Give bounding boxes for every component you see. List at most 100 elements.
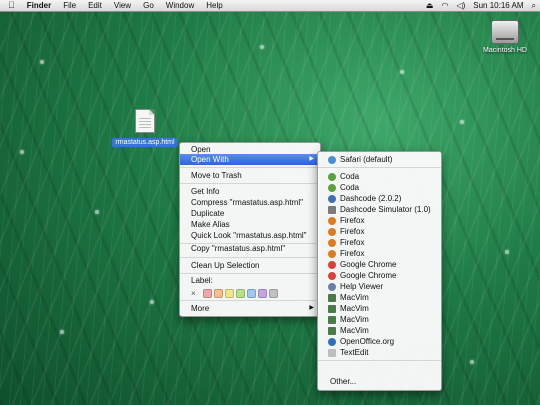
- menu-separator: [180, 273, 320, 274]
- macvim-icon: [328, 305, 336, 313]
- volume-icon[interactable]: ◁): [452, 0, 469, 11]
- label-color-row: ×: [191, 289, 278, 298]
- dashcode-icon: [328, 195, 336, 203]
- label-red-swatch[interactable]: [203, 289, 212, 298]
- open-with-item[interactable]: TextEdit: [318, 347, 441, 358]
- menu-extras: ⏏ ◠ ◁) Sun 10:16 AM ⌕: [422, 0, 540, 11]
- menu-item-label: Duplicate: [191, 209, 225, 218]
- menu-separator: [180, 257, 320, 258]
- menu-item-label-heading: Label:: [180, 275, 320, 286]
- open-with-item-label: TextEdit: [340, 348, 369, 357]
- label-green-swatch[interactable]: [236, 289, 245, 298]
- file-rmastatus[interactable]: rmastatus.asp.html: [112, 109, 178, 147]
- help-viewer-icon: [328, 283, 336, 291]
- menu-bar:  Finder File Edit View Go Window Help ⏏…: [0, 0, 540, 12]
- label-yellow-swatch[interactable]: [225, 289, 234, 298]
- open-with-item[interactable]: Firefox: [318, 248, 441, 259]
- file-label[interactable]: rmastatus.asp.html: [112, 138, 178, 147]
- firefox-icon: [328, 239, 336, 247]
- textedit-icon: [328, 349, 336, 357]
- menu-edit[interactable]: Edit: [82, 0, 108, 11]
- macintosh-hd[interactable]: Macintosh HD: [480, 20, 530, 54]
- menu-item-label: Open: [191, 145, 211, 154]
- open-with-item[interactable]: Other...: [318, 376, 441, 387]
- open-with-item[interactable]: Coda: [318, 182, 441, 193]
- open-with-item[interactable]: Coda: [318, 171, 441, 182]
- no-label-icon[interactable]: ×: [191, 289, 201, 298]
- menu-item-open-with[interactable]: Open With ▶: [180, 154, 320, 165]
- menu-go[interactable]: Go: [137, 0, 160, 11]
- menu-window[interactable]: Window: [160, 0, 200, 11]
- menu-separator: [180, 167, 320, 168]
- open-with-item-label: Firefox: [340, 227, 365, 236]
- macvim-icon: [328, 327, 336, 335]
- menu-item-duplicate[interactable]: Duplicate: [180, 208, 320, 219]
- open-with-item[interactable]: Dashcode Simulator (1.0): [318, 204, 441, 215]
- menu-item-label: More: [191, 304, 210, 313]
- open-with-item[interactable]: Dashcode (2.0.2): [318, 193, 441, 204]
- open-with-item[interactable]: OpenOffice.org: [318, 336, 441, 347]
- coda-icon: [328, 184, 336, 192]
- open-with-item[interactable]: MacVim: [318, 325, 441, 336]
- menu-separator: [180, 300, 320, 301]
- wifi-icon[interactable]: ◠: [437, 0, 452, 11]
- firefox-icon: [328, 228, 336, 236]
- open-with-item[interactable]: Google Chrome: [318, 259, 441, 270]
- open-with-item-label: MacVim: [340, 326, 369, 335]
- label-blue-swatch[interactable]: [247, 289, 256, 298]
- open-with-item[interactable]: Help Viewer: [318, 281, 441, 292]
- open-with-item[interactable]: Firefox: [318, 215, 441, 226]
- apple-menu-icon[interactable]: : [0, 0, 21, 11]
- open-with-item-label: Dashcode Simulator (1.0): [340, 205, 431, 214]
- menu-file[interactable]: File: [57, 0, 82, 11]
- menu-item-copy[interactable]: Copy "rmastatus.asp.html": [180, 243, 320, 254]
- label-orange-swatch[interactable]: [214, 289, 223, 298]
- menu-item-more[interactable]: More ▶: [180, 303, 320, 314]
- water-drop: [60, 330, 64, 334]
- open-with-item[interactable]: Firefox: [318, 226, 441, 237]
- menu-item-make-alias[interactable]: Make Alias: [180, 219, 320, 230]
- menu-item-move-to-trash[interactable]: Move to Trash: [180, 170, 320, 181]
- water-drop: [40, 60, 44, 64]
- submenu-arrow-icon: ▶: [309, 305, 314, 311]
- submenu-arrow-icon: ▶: [309, 156, 314, 162]
- eject-icon[interactable]: ⏏: [422, 0, 438, 11]
- spotlight-icon[interactable]: ⌕: [528, 0, 540, 11]
- label-purple-swatch[interactable]: [258, 289, 267, 298]
- open-with-item[interactable]: Google Chrome: [318, 270, 441, 281]
- hard-drive-icon[interactable]: [491, 20, 519, 44]
- macvim-icon: [328, 316, 336, 324]
- open-with-item[interactable]: MacVim: [318, 314, 441, 325]
- firefox-icon: [328, 217, 336, 225]
- clock[interactable]: Sun 10:16 AM: [469, 0, 527, 11]
- menu-item-clean-up-selection[interactable]: Clean Up Selection: [180, 260, 320, 271]
- open-with-item[interactable]: Firefox: [318, 237, 441, 248]
- menu-help[interactable]: Help: [200, 0, 228, 11]
- menu-item-label: Label:: [191, 276, 213, 285]
- dashcode-simulator-icon: [328, 206, 336, 214]
- html-file-icon[interactable]: [135, 109, 155, 133]
- menu-item-compress[interactable]: Compress "rmastatus.asp.html": [180, 197, 320, 208]
- label-gray-swatch[interactable]: [269, 289, 278, 298]
- chrome-icon: [328, 272, 336, 280]
- openoffice-icon: [328, 338, 336, 346]
- menu-item-get-info[interactable]: Get Info: [180, 186, 320, 197]
- open-with-item-label: Firefox: [340, 249, 365, 258]
- open-with-submenu: Safari (default) Coda Coda Dashcode (2.0.2)…: [317, 151, 442, 391]
- menu-separator: [318, 360, 441, 361]
- water-drop: [20, 150, 24, 154]
- open-with-item[interactable]: Safari (default): [318, 154, 441, 165]
- water-drop: [505, 250, 509, 254]
- open-with-item[interactable]: MacVim: [318, 292, 441, 303]
- open-with-item[interactable]: MacVim: [318, 303, 441, 314]
- menu-item-label: Open With: [191, 155, 229, 164]
- open-with-item-label: MacVim: [340, 293, 369, 302]
- open-with-item-label: Google Chrome: [340, 260, 397, 269]
- firefox-icon: [328, 250, 336, 258]
- menu-view[interactable]: View: [108, 0, 137, 11]
- open-with-item-label: MacVim: [340, 315, 369, 324]
- open-with-item-label: Dashcode (2.0.2): [340, 194, 402, 203]
- menu-finder[interactable]: Finder: [21, 0, 57, 11]
- menu-item-quick-look[interactable]: Quick Look "rmastatus.asp.html": [180, 230, 320, 241]
- open-with-item-label: MacVim: [340, 304, 369, 313]
